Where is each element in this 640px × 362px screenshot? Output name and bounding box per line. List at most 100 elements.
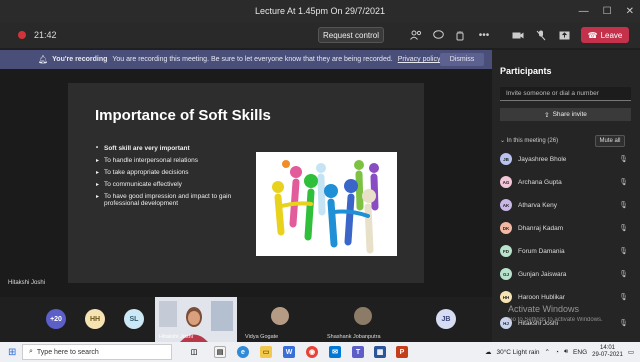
avatar[interactable]: HH bbox=[85, 309, 105, 329]
share-invite-button[interactable]: ⇪ Share invite bbox=[500, 108, 631, 121]
mail-icon[interactable]: ✉ bbox=[329, 346, 341, 358]
participant-row[interactable]: AK Atharva Keny 🎙︎ bbox=[500, 196, 628, 214]
weather-text[interactable]: 30°C Light rain bbox=[496, 349, 539, 356]
chevron-down-icon: ⌄ bbox=[500, 138, 506, 144]
avatar: GJ bbox=[500, 268, 512, 280]
activate-windows-watermark: Activate Windows bbox=[508, 304, 580, 314]
chat-icon[interactable] bbox=[430, 27, 446, 43]
mic-muted-icon: 🎙︎ bbox=[619, 179, 628, 186]
video-tile[interactable]: Vidya Gogate bbox=[243, 297, 323, 342]
slide-title: Importance of Soft Skills bbox=[95, 107, 271, 124]
leave-button[interactable]: ☎ Leave bbox=[581, 27, 629, 43]
slide-bullet: To have good impression and impact to ga… bbox=[96, 193, 256, 207]
activate-windows-subtext: Go to Settings to activate Windows. bbox=[508, 317, 603, 323]
presenter-name-label: Hitakshi Joshi bbox=[8, 280, 46, 286]
chrome-icon[interactable]: ◉ bbox=[306, 346, 318, 358]
participant-row[interactable]: JB Jayashree Bhole 🎙︎ bbox=[500, 150, 628, 168]
participant-row[interactable]: DK Dhanraj Kadam 🎙︎ bbox=[500, 219, 628, 237]
phone-icon: ☎ bbox=[587, 30, 598, 40]
participant-row[interactable]: GJ Gunjan Jaiswara 🎙︎ bbox=[500, 265, 628, 283]
maximize-button[interactable]: ☐ bbox=[603, 6, 612, 17]
notification-icon[interactable]: ▭ bbox=[628, 348, 634, 356]
participant-name: Gunjan Jaiswara bbox=[518, 270, 567, 278]
slide-bullet: To handle interpersonal relations bbox=[96, 157, 256, 164]
shared-content-stage: Importance of Soft Skills Soft skill are… bbox=[0, 69, 492, 297]
share-invite-label: Share invite bbox=[552, 111, 587, 118]
volume-icon[interactable]: 🔊︎ bbox=[564, 348, 568, 356]
windows-taskbar: ⊞ ⌕ Type here to search ◫ ▤ e ▭ W ◉ ✉ T … bbox=[0, 342, 640, 362]
participant-tiles: +20 HH SL Hitakshi Joshi Vidya Gogate Sh… bbox=[0, 297, 492, 342]
language-indicator[interactable]: ENG bbox=[573, 349, 587, 356]
privacy-policy-link[interactable]: Privacy policy bbox=[398, 56, 441, 63]
slide-bullets: Soft skill are very important To handle … bbox=[96, 145, 256, 212]
slide-bullet: To take appropriate decisions bbox=[96, 169, 256, 176]
avatar: AK bbox=[500, 199, 512, 211]
word-icon[interactable]: W bbox=[283, 346, 295, 358]
participant-name: Archana Gupta bbox=[518, 178, 562, 186]
dismiss-button[interactable]: Dismiss bbox=[440, 53, 484, 66]
meeting-toolbar: 21:42 Request control ••• ☎ Leave bbox=[0, 22, 640, 48]
file-explorer-icon[interactable]: ▤ bbox=[214, 346, 226, 358]
avatar: DK bbox=[500, 222, 512, 234]
participants-icon[interactable] bbox=[408, 27, 424, 43]
camera-off-icon[interactable] bbox=[510, 27, 526, 43]
slide-bullet: To communicate effectively bbox=[96, 181, 256, 188]
banner-title: You're recording bbox=[52, 56, 108, 63]
avatar-initials: SL bbox=[129, 315, 139, 323]
teams-icon[interactable]: T bbox=[352, 346, 364, 358]
banner-message: You are recording this meeting. Be sure … bbox=[112, 56, 393, 63]
avatar-initials: +20 bbox=[50, 315, 62, 323]
edge-icon[interactable]: e bbox=[237, 346, 249, 358]
windows-start-icon[interactable]: ⊞ bbox=[8, 347, 16, 358]
avatar: JB bbox=[500, 153, 512, 165]
powerpoint-icon[interactable]: P bbox=[396, 346, 408, 358]
clock[interactable]: 14:01 29-07-2021 bbox=[592, 345, 623, 359]
participant-row[interactable]: FD Forum Damania 🎙︎ bbox=[500, 242, 628, 260]
reactions-icon[interactable] bbox=[452, 27, 468, 43]
mic-muted-icon: 🎙︎ bbox=[619, 225, 628, 232]
mic-off-icon[interactable] bbox=[533, 27, 549, 43]
participants-panel: Participants Invite someone or dial a nu… bbox=[492, 50, 640, 342]
participant-name: Dhanraj Kadam bbox=[518, 224, 564, 232]
task-view-icon[interactable]: ◫ bbox=[188, 346, 200, 358]
mic-muted-icon: 🎙︎ bbox=[619, 202, 628, 209]
minimize-button[interactable]: — bbox=[579, 6, 589, 17]
participant-name: Forum Damania bbox=[518, 247, 565, 255]
search-icon: ⌕ bbox=[29, 348, 33, 355]
tile-name: Vidya Gogate bbox=[245, 334, 279, 340]
clock-date: 29-07-2021 bbox=[592, 352, 623, 358]
share-icon[interactable] bbox=[556, 27, 572, 43]
network-icon[interactable]: ◔ bbox=[555, 349, 559, 356]
tray-overflow-icon[interactable]: ⌃ bbox=[545, 348, 550, 356]
more-icon[interactable]: ••• bbox=[476, 27, 492, 43]
avatar[interactable]: SL bbox=[124, 309, 144, 329]
video-tile[interactable]: Hitakshi Joshi bbox=[155, 297, 237, 342]
clock-time: 14:01 bbox=[599, 345, 615, 351]
presentation-slide: Importance of Soft Skills Soft skill are… bbox=[68, 83, 424, 283]
invite-input[interactable]: Invite someone or dial a number bbox=[500, 87, 631, 101]
mic-muted-icon: 🎙︎ bbox=[619, 248, 628, 255]
avatar-initials: HH bbox=[89, 315, 101, 323]
tile-name: Shashank Jobanputra bbox=[327, 334, 381, 340]
mic-muted-icon: 🎙︎ bbox=[619, 294, 628, 301]
video-tile[interactable]: Shashank Jobanputra bbox=[325, 297, 405, 342]
mute-all-button[interactable]: Mute all bbox=[595, 135, 625, 147]
participant-row[interactable]: AG Archana Gupta 🎙︎ bbox=[500, 173, 628, 191]
mic-muted-icon: 🎙︎ bbox=[619, 156, 628, 163]
avatar[interactable]: JB bbox=[436, 309, 456, 329]
request-control-button[interactable]: Request control bbox=[318, 27, 384, 43]
recording-indicator-icon bbox=[18, 31, 26, 39]
folder-icon[interactable]: ▭ bbox=[260, 346, 272, 358]
system-tray: ☁ 30°C Light rain ⌃ ◔ 🔊︎ ENG 14:01 29-07… bbox=[485, 342, 634, 362]
overflow-participants-avatar[interactable]: +20 bbox=[46, 309, 66, 329]
weather-icon: ☁ bbox=[484, 349, 492, 356]
window-title: Lecture At 1.45pm On 29/7/2021 bbox=[254, 6, 386, 16]
close-window-button[interactable]: ✕ bbox=[626, 6, 634, 17]
excel-icon[interactable]: ▦ bbox=[374, 346, 386, 358]
bell-icon: 🔔︎ bbox=[38, 55, 49, 64]
meeting-timer: 21:42 bbox=[34, 30, 57, 40]
search-placeholder: Type here to search bbox=[36, 348, 99, 356]
in-meeting-header[interactable]: ⌄ In this meeting (26) bbox=[500, 137, 558, 144]
taskbar-search-box[interactable]: ⌕ Type here to search bbox=[22, 344, 172, 360]
leave-label: Leave bbox=[600, 30, 623, 40]
